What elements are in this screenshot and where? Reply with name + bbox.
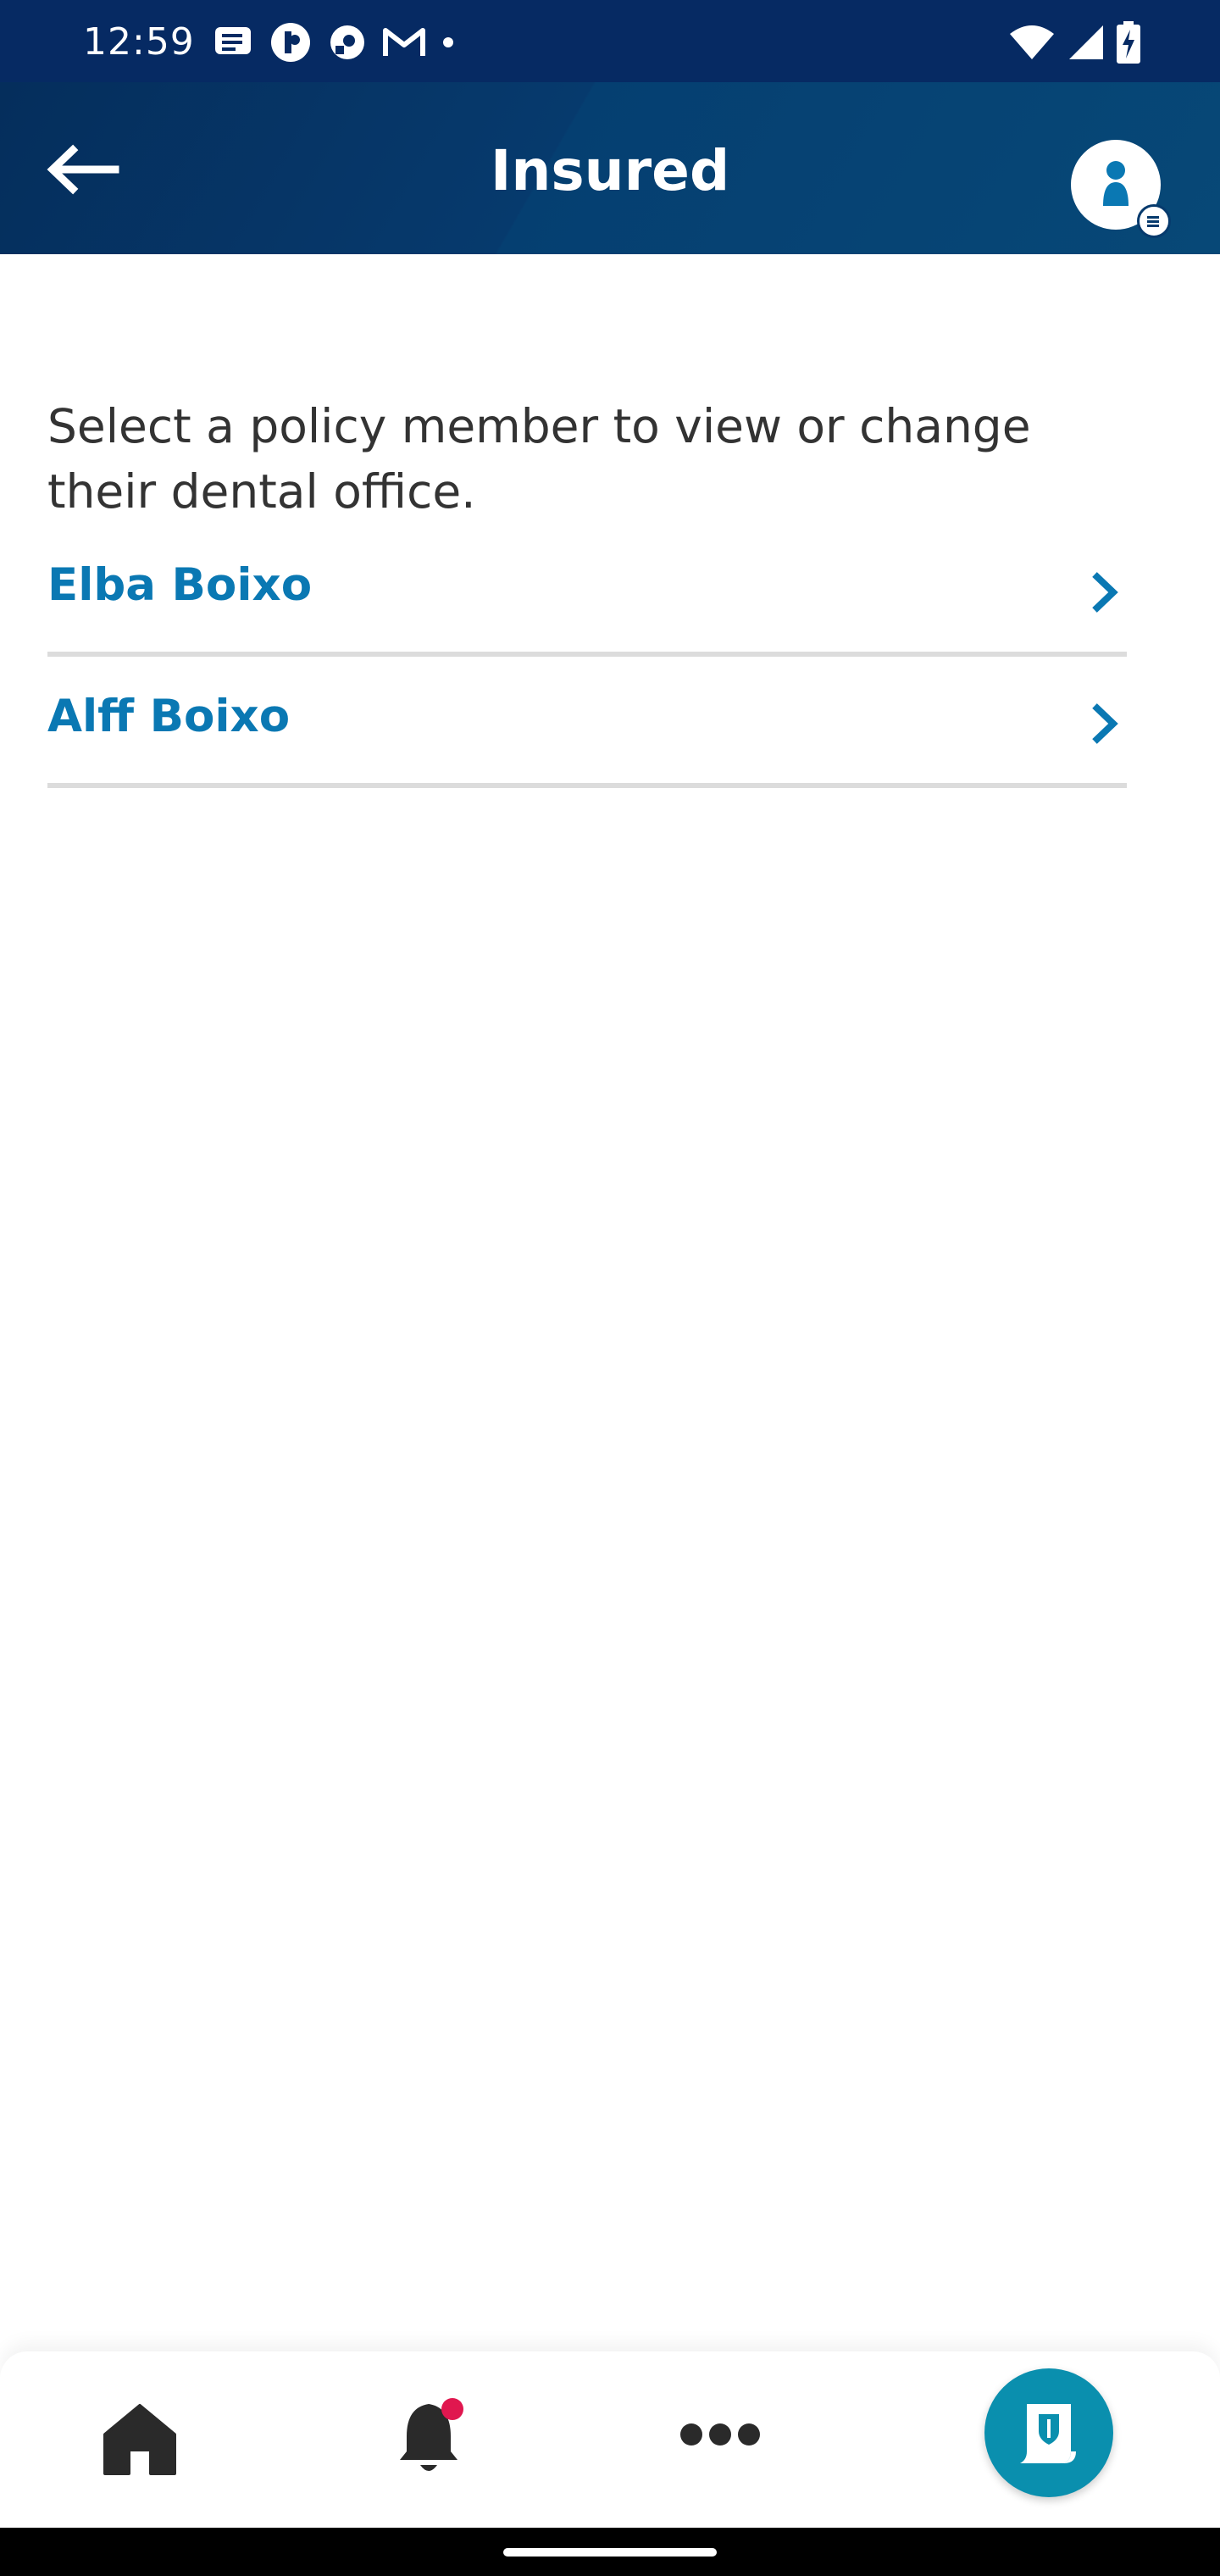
member-row-alff-boixo[interactable]: Alff Boixo (47, 657, 1127, 788)
chat-app-icon (330, 25, 364, 59)
status-bar: 12:59 (0, 0, 1220, 82)
nav-notifications-button[interactable] (395, 2396, 471, 2480)
notification-app-icon (271, 23, 310, 62)
bell-icon (400, 2398, 463, 2471)
gmail-icon (383, 28, 425, 56)
dot-icon (443, 37, 453, 47)
message-icon (215, 27, 251, 54)
system-gesture-bar (0, 2528, 1220, 2576)
nav-more-button[interactable] (678, 2418, 762, 2451)
id-card-icon (1020, 2404, 1076, 2463)
member-name: Elba Boixo (47, 559, 313, 611)
more-icon (680, 2423, 760, 2446)
cellular-signal-icon (1069, 25, 1103, 59)
gesture-handle[interactable] (503, 2548, 717, 2557)
nav-id-card-button[interactable] (984, 2368, 1113, 2497)
chevron-right-icon (1092, 703, 1118, 744)
menu-badge-icon (1137, 204, 1171, 238)
app-header: Insured (0, 82, 1220, 254)
member-row-elba-boixo[interactable]: Elba Boixo (47, 525, 1127, 657)
page-title: Insured (490, 138, 730, 203)
home-icon (103, 2404, 176, 2475)
member-name: Alff Boixo (47, 691, 291, 742)
status-notification-icons (214, 19, 454, 66)
wifi-icon (1010, 25, 1054, 59)
intro-text: Select a policy member to view or change… (47, 399, 1031, 519)
bottom-navigation (0, 2351, 1220, 2528)
status-time: 12:59 (83, 20, 195, 64)
status-system-icons (1008, 19, 1140, 66)
chevron-right-icon (1092, 572, 1118, 613)
battery-charging-icon (1117, 21, 1140, 64)
nav-home-button[interactable] (102, 2401, 178, 2477)
member-list: Elba Boixo Alff Boixo (47, 525, 1127, 788)
